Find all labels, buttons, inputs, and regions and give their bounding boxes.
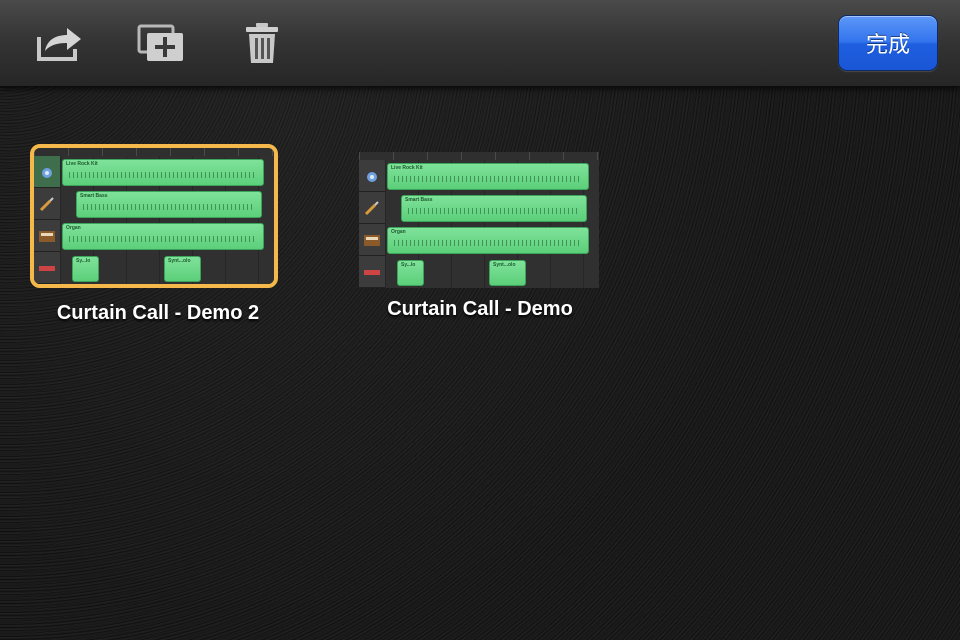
organ-icon — [34, 220, 60, 252]
region-label: Live Rock Kit — [391, 165, 423, 171]
song-thumbnail: Live Rock Kit Smart Bass Organ Sy...lo S… — [359, 152, 599, 288]
track-headers — [34, 156, 60, 284]
region-bass: Smart Bass — [76, 191, 262, 218]
timeline-ruler — [34, 148, 274, 156]
region-synth-2: Synt...olo — [164, 256, 201, 282]
synth-icon — [359, 256, 385, 288]
region-label: Sy...lo — [401, 262, 416, 268]
new-song-button[interactable] — [133, 18, 189, 68]
drums-icon — [34, 156, 60, 188]
song-item-curtain-call-demo-2[interactable]: Live Rock Kit Smart Bass Organ Sy...lo S… — [30, 144, 286, 334]
region-organ: Organ — [387, 227, 589, 254]
organ-icon — [359, 224, 385, 256]
region-bass: Smart Bass — [401, 195, 587, 222]
region-label: Organ — [66, 225, 81, 231]
region-synth-1: Sy...lo — [72, 256, 99, 282]
bass-guitar-icon — [34, 188, 60, 220]
track-lanes: Live Rock Kit Smart Bass Organ Sy...lo S… — [60, 156, 274, 284]
song-thumbnail: Live Rock Kit Smart Bass Organ Sy...lo S… — [30, 144, 278, 288]
trash-icon — [244, 21, 280, 65]
song-item-curtain-call-demo[interactable]: Live Rock Kit Smart Bass Organ Sy...lo S… — [355, 148, 605, 338]
region-drums: Live Rock Kit — [387, 163, 589, 190]
share-button[interactable] — [31, 18, 87, 68]
timeline-ruler — [359, 152, 599, 160]
region-organ: Organ — [62, 223, 264, 250]
new-song-icon — [136, 23, 186, 63]
region-label: Sy...lo — [76, 258, 91, 264]
region-drums: Live Rock Kit — [62, 159, 264, 186]
bass-guitar-icon — [359, 192, 385, 224]
toolbar: 完成 — [0, 0, 960, 87]
region-label: Synt...olo — [168, 258, 191, 264]
region-synth-2: Synt...olo — [489, 260, 526, 286]
drums-icon — [359, 160, 385, 192]
track-headers — [359, 160, 385, 288]
region-label: Smart Bass — [405, 197, 433, 203]
share-icon — [35, 23, 83, 63]
song-title: Curtain Call - Demo 2 — [56, 302, 260, 324]
delete-button[interactable] — [234, 18, 290, 68]
song-title: Curtain Call - Demo — [387, 298, 573, 320]
track-lanes: Live Rock Kit Smart Bass Organ Sy...lo S… — [385, 160, 599, 288]
region-label: Smart Bass — [80, 193, 108, 199]
region-synth-1: Sy...lo — [397, 260, 424, 286]
synth-icon — [34, 252, 60, 284]
region-label: Synt...olo — [493, 262, 516, 268]
done-button[interactable]: 完成 — [838, 15, 938, 71]
region-label: Organ — [391, 229, 406, 235]
region-label: Live Rock Kit — [66, 161, 98, 167]
